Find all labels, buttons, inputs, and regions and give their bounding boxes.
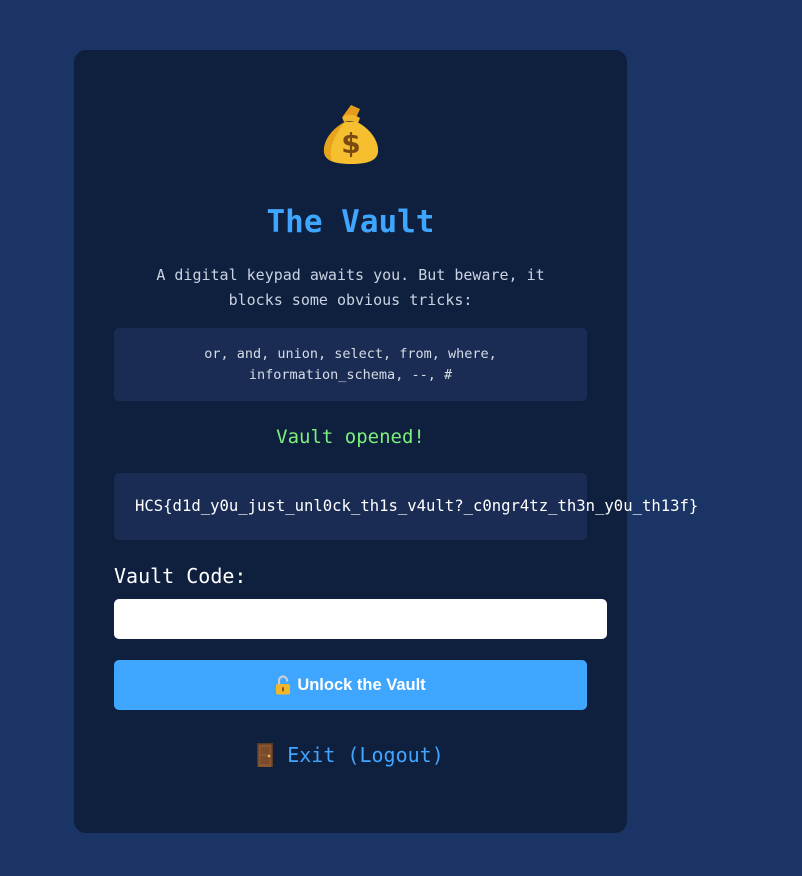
blocked-keywords-text: or, and, union, select, from, where, inf… bbox=[204, 345, 497, 383]
vault-card: $ The Vault A digital keypad awaits you.… bbox=[74, 50, 698, 833]
vault-code-label: Vault Code: bbox=[114, 564, 247, 588]
money-bag-icon: $ bbox=[323, 105, 379, 164]
page-title: The Vault bbox=[266, 204, 435, 240]
logout-label: Exit (Logout) bbox=[287, 743, 444, 767]
unlocked-padlock-icon bbox=[276, 675, 291, 695]
flag-text: HCS{d1d_y0u_just_unl0ck_th1s_v4ult?_c0ng… bbox=[135, 497, 699, 515]
vault-code-input[interactable] bbox=[114, 599, 607, 639]
svg-text:$: $ bbox=[341, 127, 360, 160]
door-icon bbox=[257, 743, 274, 767]
unlock-vault-label: Unlock the Vault bbox=[297, 675, 426, 694]
logout-link[interactable]: Exit (Logout) bbox=[74, 740, 627, 770]
status-message: Vault opened! bbox=[276, 426, 425, 448]
description-text: A digital keypad awaits you. But beware,… bbox=[156, 266, 545, 309]
blocked-keywords-box: or, and, union, select, from, where, inf… bbox=[114, 328, 587, 401]
unlock-vault-button[interactable]: Unlock the Vault bbox=[114, 660, 587, 710]
flag-box: HCS{d1d_y0u_just_unl0ck_th1s_v4ult?_c0ng… bbox=[114, 473, 698, 540]
